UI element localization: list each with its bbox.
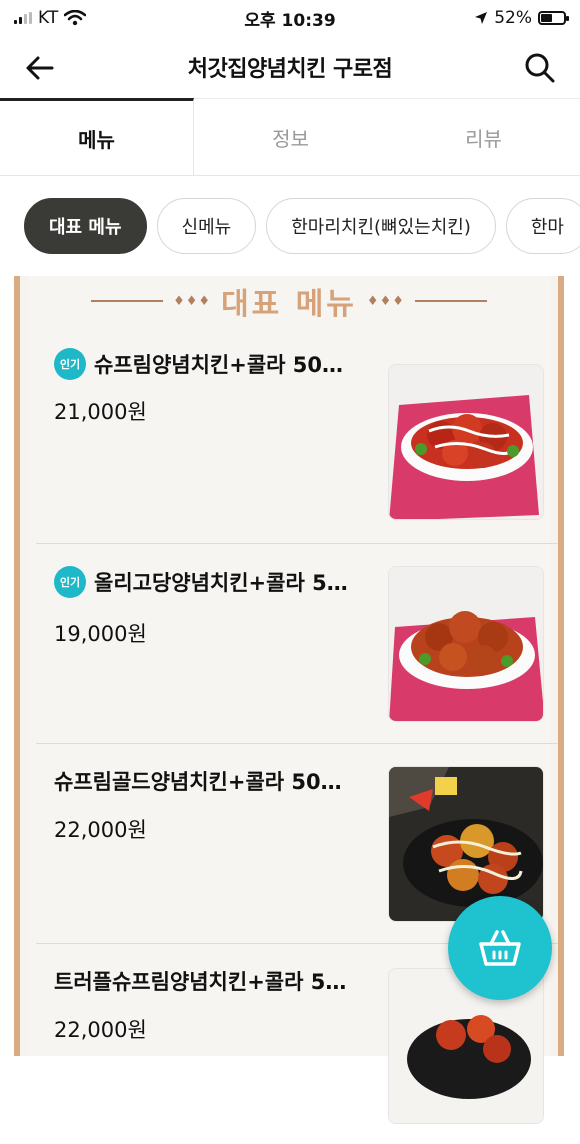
cart-button[interactable] <box>448 896 552 1000</box>
status-right: 52% <box>474 8 569 28</box>
popular-badge: 인기 <box>54 348 86 380</box>
battery-icon <box>538 11 569 25</box>
menu-item-price: 19,000원 <box>54 622 147 646</box>
battery-percent: 52% <box>494 8 532 28</box>
menu-item-name: 슈프림양념치킨+콜라 50… <box>94 353 344 377</box>
fried-chicken-image-icon <box>389 767 543 921</box>
battery-level <box>541 14 553 22</box>
menu-item[interactable]: 인기 슈프림양념치킨+콜라 50… 21,000원 <box>36 256 558 544</box>
tab-menu[interactable]: 메뉴 <box>0 98 194 175</box>
menu-item-image <box>388 766 544 922</box>
header: 처갓집양념치킨 구로점 <box>0 36 580 98</box>
menu-item-image <box>388 364 544 520</box>
menu-item-name: 트러플슈프림양념치킨+콜라 5… <box>54 970 347 994</box>
menu-item-name-row: 슈프림골드양념치킨+콜라 50… <box>54 766 342 796</box>
menu-item-price: 21,000원 <box>54 400 147 424</box>
back-button[interactable] <box>22 50 58 86</box>
signal-icon <box>14 12 32 24</box>
arrow-left-icon <box>26 56 54 80</box>
fried-chicken-image-icon <box>389 365 543 519</box>
basket-icon <box>479 930 521 966</box>
carrier-label: KT <box>38 8 59 28</box>
fried-chicken-image-icon <box>389 567 543 721</box>
menu-item-name-row: 인기 슈프림양념치킨+콜라 50… <box>54 348 343 380</box>
menu-item-image <box>388 566 544 722</box>
page-title: 처갓집양념치킨 구로점 <box>187 57 393 82</box>
menu-item-name: 슈프림골드양념치킨+콜라 50… <box>54 770 342 794</box>
menu-item-name-row: 인기 올리고당양념치킨+콜라 5… <box>54 566 348 598</box>
tab-bar: 메뉴 정보 리뷰 <box>0 98 580 176</box>
menu-item-name-row: 트러플슈프림양념치킨+콜라 5… <box>54 966 346 996</box>
chip-new-menu[interactable]: 신메뉴 <box>156 198 257 254</box>
menu-item-price: 22,000원 <box>54 1018 147 1042</box>
location-arrow-icon <box>475 12 488 24</box>
category-chips: 대표 메뉴 신메뉴 한마리치킨(뼈있는치킨) 한마 <box>24 198 580 254</box>
menu-item[interactable]: 인기 올리고당양념치킨+콜라 5… 19,000원 <box>36 544 558 744</box>
search-icon <box>525 53 555 83</box>
menu-item-name: 올리고당양념치킨+콜라 5… <box>94 571 348 595</box>
wifi-icon <box>64 10 87 26</box>
chip-whole-chicken[interactable]: 한마리치킨(뼈있는치킨) <box>266 198 496 254</box>
status-left: KT <box>14 8 87 28</box>
search-button[interactable] <box>522 50 558 86</box>
chip-signature-menu[interactable]: 대표 메뉴 <box>24 198 147 254</box>
menu-item-price: 22,000원 <box>54 818 147 842</box>
status-bar: KT 오후 10:39 52% <box>0 0 580 36</box>
popular-badge: 인기 <box>54 566 86 598</box>
tab-review[interactable]: 리뷰 <box>387 98 580 175</box>
tab-info[interactable]: 정보 <box>194 98 387 175</box>
chip-partial[interactable]: 한마 <box>505 198 580 254</box>
